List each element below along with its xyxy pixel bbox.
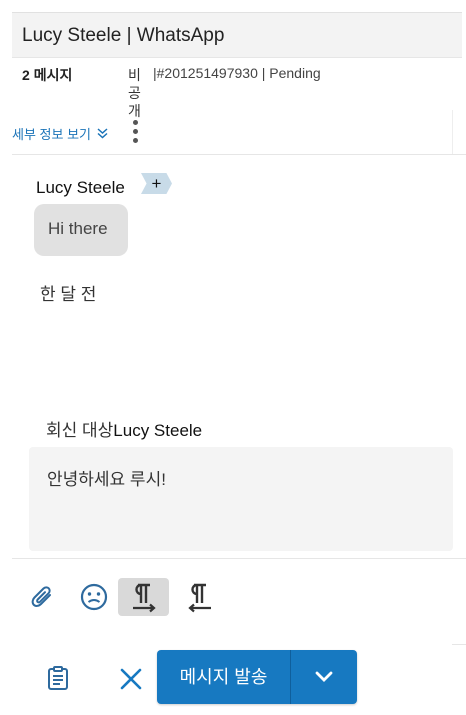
divider: [12, 154, 466, 155]
emoji-button[interactable]: [78, 578, 110, 616]
reply-to-label: 회신 대상Lucy Steele: [46, 416, 202, 441]
send-message-button[interactable]: 메시지 발송: [157, 650, 357, 704]
privacy-char: 개: [128, 103, 141, 119]
more-options-icon[interactable]: [131, 120, 139, 146]
paragraph-rtl-button[interactable]: [182, 578, 218, 616]
divider: [452, 110, 453, 155]
reply-to-prefix: 회신 대상: [46, 421, 114, 440]
privacy-char: 비: [128, 67, 141, 83]
privacy-char: 공: [128, 85, 141, 101]
message-sender: Lucy Steele: [36, 178, 125, 197]
clipboard-icon: [48, 666, 68, 690]
paperclip-icon: [31, 586, 51, 607]
conversation-meta: 2 메시지 비 공 개 |#201251497930 | Pending 세부 …: [0, 58, 466, 155]
privacy-label: 비 공 개: [128, 66, 144, 120]
reply-input[interactable]: 안녕하세요 루시!: [29, 447, 453, 551]
cancel-button[interactable]: [116, 664, 146, 694]
reply-to-name: Lucy Steele: [113, 421, 203, 440]
send-options-dropdown[interactable]: [291, 650, 357, 704]
message-count-number: 2: [22, 67, 30, 83]
double-chevron-down-icon: [97, 128, 108, 142]
view-details-label: 세부 정보 보기: [12, 127, 91, 142]
paragraph-ltr-button[interactable]: [118, 578, 169, 616]
paragraph-rtl-icon: [188, 583, 211, 613]
chevron-down-icon: [315, 671, 333, 682]
ticket-status: |#201251497930 | Pending: [153, 65, 321, 81]
divider: [452, 644, 466, 645]
close-icon: [120, 668, 142, 690]
template-button[interactable]: [44, 664, 72, 692]
add-tag-button[interactable]: +: [141, 173, 172, 194]
message-count-label: 메시지: [33, 67, 73, 83]
send-message-label: 메시지 발송: [179, 667, 268, 687]
paragraph-ltr-icon: [132, 583, 156, 613]
view-details-link[interactable]: 세부 정보 보기: [12, 124, 108, 143]
message-timestamp: 한 달 전: [40, 285, 97, 304]
conversation-title: Lucy Steele | WhatsApp: [22, 25, 225, 46]
window-header: Lucy Steele | WhatsApp: [12, 12, 462, 58]
message-count: 2 메시지: [22, 65, 72, 85]
attach-button[interactable]: [28, 578, 58, 616]
emoji-icon: [80, 583, 108, 611]
divider: [12, 558, 466, 559]
message-bubble: Hi there: [34, 204, 128, 256]
